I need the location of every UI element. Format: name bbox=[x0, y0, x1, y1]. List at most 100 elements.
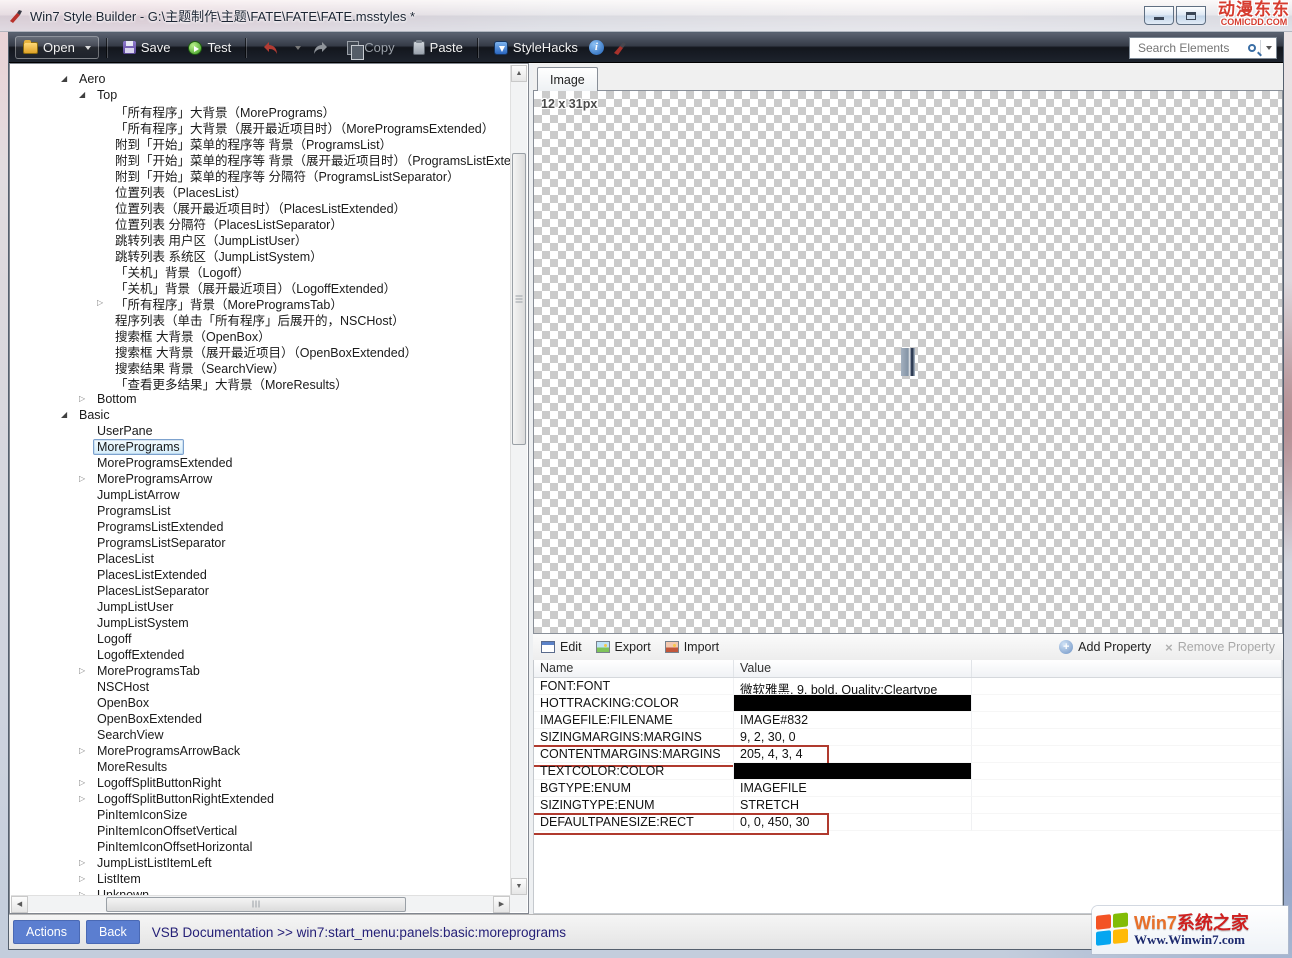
tree-item[interactable]: ProgramsList bbox=[11, 503, 510, 519]
property-row[interactable]: CONTENTMARGINS:MARGINS 205, 4, 3, 4 bbox=[534, 746, 1282, 763]
tree-item[interactable]: JumpListSystem bbox=[11, 615, 510, 631]
tree-item[interactable]: MoreProgramsArrowBack bbox=[11, 743, 510, 759]
scroll-left-icon[interactable]: ◀ bbox=[11, 896, 28, 913]
add-property-button[interactable]: + Add Property bbox=[1059, 640, 1151, 654]
tree-expander-icon[interactable] bbox=[79, 392, 93, 406]
scroll-up-icon[interactable]: ▲ bbox=[511, 65, 527, 82]
tree-item[interactable]: ProgramsListExtended bbox=[11, 519, 510, 535]
tree-item[interactable]: OpenBoxExtended bbox=[11, 711, 510, 727]
tree-item[interactable]: MoreProgramsExtended bbox=[11, 455, 510, 471]
tree-expander-icon[interactable] bbox=[79, 472, 93, 486]
tree-item[interactable]: JumpListListItemLeft bbox=[11, 855, 510, 871]
tree-item[interactable]: 附到「开始」菜单的程序等 分隔符（ProgramsListSeparator） bbox=[11, 167, 510, 183]
tree-expander-icon[interactable] bbox=[79, 888, 93, 895]
tree-expander-icon[interactable] bbox=[61, 72, 75, 86]
tree-item[interactable]: Unknown bbox=[11, 887, 510, 895]
preview-image[interactable] bbox=[901, 348, 915, 376]
horizontal-scroll-thumb[interactable] bbox=[106, 897, 406, 912]
minimize-button[interactable] bbox=[1144, 6, 1174, 25]
tree-item[interactable]: PinItemIconOffsetVertical bbox=[11, 823, 510, 839]
tree-horizontal-scrollbar[interactable]: ◀ ▶ bbox=[11, 895, 510, 912]
tree-item[interactable]: PlacesList bbox=[11, 551, 510, 567]
property-row[interactable]: IMAGEFILE:FILENAME IMAGE#832 bbox=[534, 712, 1282, 729]
open-button[interactable]: Open bbox=[15, 36, 99, 59]
scroll-down-icon[interactable]: ▼ bbox=[511, 878, 527, 895]
tree-item[interactable]: MoreProgramsTab bbox=[11, 663, 510, 679]
tree-item[interactable]: PinItemIconOffsetHorizontal bbox=[11, 839, 510, 855]
tree-item[interactable]: MorePrograms bbox=[11, 439, 510, 455]
actions-button[interactable]: Actions bbox=[13, 920, 80, 944]
scroll-right-icon[interactable]: ▶ bbox=[493, 896, 510, 913]
remove-property-button[interactable]: × Remove Property bbox=[1165, 640, 1275, 655]
tree-item[interactable]: PlacesListExtended bbox=[11, 567, 510, 583]
redo-button[interactable] bbox=[305, 37, 336, 58]
tree-item[interactable]: PlacesListSeparator bbox=[11, 583, 510, 599]
edit-button[interactable]: Edit bbox=[541, 640, 582, 654]
test-button[interactable]: Test bbox=[181, 37, 238, 58]
paste-button[interactable]: Paste bbox=[406, 37, 470, 58]
minimize-icon bbox=[1154, 17, 1164, 20]
undo-button[interactable] bbox=[255, 37, 286, 58]
save-button[interactable]: Save bbox=[116, 37, 178, 58]
property-row[interactable]: TEXTCOLOR:COLOR bbox=[534, 763, 1282, 780]
tree-item[interactable]: 跳转列表 系统区（JumpListSystem） bbox=[11, 247, 510, 263]
tree-item[interactable]: ListItem bbox=[11, 871, 510, 887]
tree-vertical-scrollbar[interactable]: ▲ ▼ bbox=[510, 65, 527, 895]
tree-item[interactable]: PinItemIconSize bbox=[11, 807, 510, 823]
undo-dropdown-icon[interactable] bbox=[295, 46, 301, 50]
tree-item-label: MoreProgramsArrowBack bbox=[93, 743, 244, 759]
tree-expander-icon[interactable] bbox=[79, 856, 93, 870]
tree-expander-icon[interactable] bbox=[79, 872, 93, 886]
property-row[interactable]: BGTYPE:ENUM IMAGEFILE bbox=[534, 780, 1282, 797]
tree-item[interactable]: NSCHost bbox=[11, 679, 510, 695]
tree-item[interactable]: LogoffExtended bbox=[11, 647, 510, 663]
tree-expander-icon[interactable] bbox=[79, 792, 93, 806]
maximize-icon bbox=[1186, 12, 1196, 20]
property-row[interactable]: SIZINGMARGINS:MARGINS 9, 2, 30, 0 bbox=[534, 729, 1282, 746]
prop-value: STRETCH bbox=[734, 797, 972, 814]
brush-tool-button[interactable] bbox=[612, 40, 628, 56]
search-input[interactable] bbox=[1136, 40, 1244, 56]
property-row[interactable]: FONT:FONT 微软雅黑, 9, bold, Quality:Clearty… bbox=[534, 678, 1282, 695]
tree-item[interactable]: Basic bbox=[11, 407, 510, 423]
tab-image[interactable]: Image bbox=[537, 67, 598, 91]
tree-item[interactable]: MoreProgramsArrow bbox=[11, 471, 510, 487]
tree-item[interactable]: UserPane bbox=[11, 423, 510, 439]
tree-item[interactable]: LogoffSplitButtonRight bbox=[11, 775, 510, 791]
search-dropdown-icon[interactable] bbox=[1266, 46, 1272, 50]
maximize-button[interactable] bbox=[1176, 6, 1206, 25]
tree-expander-icon[interactable] bbox=[61, 408, 75, 422]
tree-expander-icon[interactable] bbox=[79, 744, 93, 758]
column-header-value[interactable]: Value bbox=[734, 660, 972, 677]
info-button[interactable]: i bbox=[589, 40, 604, 55]
tree-item-label: MoreProgramsTab bbox=[93, 663, 204, 679]
tree-item[interactable]: LogoffSplitButtonRightExtended bbox=[11, 791, 510, 807]
tree-item[interactable]: 「查看更多结果」大背景（MoreResults） bbox=[11, 375, 510, 391]
tree-expander-icon[interactable] bbox=[79, 88, 93, 102]
tree-item[interactable]: OpenBox bbox=[11, 695, 510, 711]
open-dropdown-icon[interactable] bbox=[85, 46, 91, 50]
tree-item[interactable]: Aero bbox=[11, 71, 510, 87]
property-row[interactable]: HOTTRACKING:COLOR bbox=[534, 695, 1282, 712]
detail-tabbar: Image bbox=[533, 63, 1283, 90]
tree-item[interactable]: SearchView bbox=[11, 727, 510, 743]
tree-item[interactable]: Logoff bbox=[11, 631, 510, 647]
tree-item[interactable]: ProgramsListSeparator bbox=[11, 535, 510, 551]
vertical-scroll-thumb[interactable] bbox=[512, 153, 526, 445]
tree-expander-icon[interactable] bbox=[79, 664, 93, 678]
column-header-name[interactable]: Name bbox=[534, 660, 734, 677]
stylehacks-button[interactable]: StyleHacks bbox=[487, 37, 585, 58]
tree-item[interactable]: MoreResults bbox=[11, 759, 510, 775]
import-button[interactable]: Import bbox=[665, 640, 719, 654]
property-row[interactable]: SIZINGTYPE:ENUM STRETCH bbox=[534, 797, 1282, 814]
tree-item[interactable]: JumpListArrow bbox=[11, 487, 510, 503]
export-button[interactable]: Export bbox=[596, 640, 651, 654]
copy-button[interactable]: Copy bbox=[340, 37, 401, 58]
tree-expander-icon[interactable] bbox=[97, 296, 111, 310]
property-name: HOTTRACKING:COLOR bbox=[534, 695, 734, 712]
property-row[interactable]: DEFAULTPANESIZE:RECT 0, 0, 450, 30 bbox=[534, 814, 1282, 831]
back-button[interactable]: Back bbox=[86, 920, 140, 944]
tree-expander-icon[interactable] bbox=[79, 776, 93, 790]
tree-item[interactable]: JumpListUser bbox=[11, 599, 510, 615]
search-icon[interactable] bbox=[1248, 44, 1256, 52]
